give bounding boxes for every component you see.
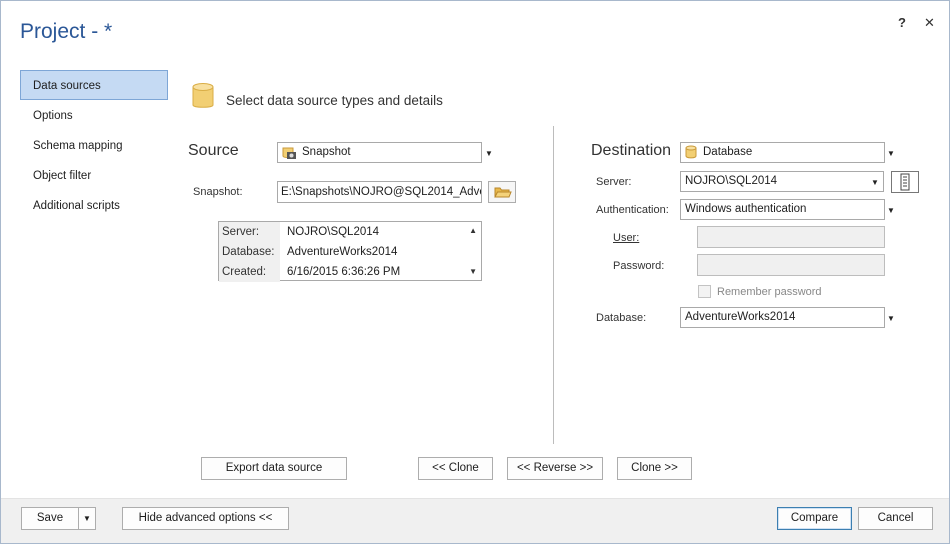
chevron-down-icon[interactable]: ▼ (887, 206, 895, 215)
snapshot-label: Snapshot: (193, 186, 243, 198)
destination-heading: Destination (591, 142, 672, 159)
sidebar-nav: Data sources Options Schema mapping Obje… (20, 70, 168, 220)
info-row-database: Database: AdventureWorks2014 (219, 242, 469, 262)
info-created-value: 6/16/2015 6:36:26 PM (287, 266, 401, 278)
clone-right-button[interactable]: Clone >> (617, 457, 692, 480)
compare-button[interactable]: Compare (777, 507, 852, 530)
chevron-down-icon[interactable]: ▼ (887, 149, 895, 158)
sidebar-item-schema-mapping[interactable]: Schema mapping (20, 130, 168, 160)
chevron-down-icon[interactable]: ▼ (871, 178, 879, 187)
server-value: NOJRO\SQL2014 (685, 175, 778, 187)
authentication-select[interactable]: Windows authentication (680, 199, 885, 220)
scroll-up-icon[interactable]: ▲ (469, 226, 477, 235)
browse-servers-button[interactable] (891, 171, 919, 193)
folder-icon (494, 187, 512, 198)
info-row-created: Created: 6/16/2015 6:36:26 PM (219, 262, 469, 282)
server-select[interactable]: NOJRO\SQL2014 (680, 171, 884, 192)
sidebar-item-additional-scripts[interactable]: Additional scripts (20, 190, 168, 220)
scroll-down-icon[interactable]: ▼ (469, 267, 477, 276)
info-server-value: NOJRO\SQL2014 (287, 226, 380, 238)
save-dropdown-icon[interactable]: ▼ (78, 507, 96, 530)
server-label: Server: (596, 176, 632, 188)
database-icon (192, 83, 214, 108)
footer-bar: Save ▼ Hide advanced options << Compare … (1, 498, 949, 543)
info-created-key: Created: (219, 262, 280, 282)
reverse-button[interactable]: << Reverse >> (507, 457, 603, 480)
close-icon[interactable]: ✕ (924, 15, 935, 31)
help-icon[interactable]: ? (898, 15, 906, 30)
info-database-key: Database: (219, 242, 280, 262)
info-database-value: AdventureWorks2014 (287, 246, 398, 258)
export-data-source-button[interactable]: Export data source (201, 457, 347, 480)
user-field[interactable] (697, 226, 885, 248)
sidebar-item-object-filter[interactable]: Object filter (20, 160, 168, 190)
snapshot-icon (282, 147, 296, 159)
source-type-value: Snapshot (302, 146, 351, 158)
database-select[interactable]: AdventureWorks2014 (680, 307, 885, 328)
database-icon (685, 145, 697, 159)
remember-password-checkbox[interactable] (698, 285, 711, 298)
dialog-title: Project - * (20, 20, 113, 43)
authentication-value: Windows authentication (685, 203, 807, 215)
remember-password-label: Remember password (717, 286, 822, 298)
chevron-down-icon[interactable]: ▼ (887, 314, 895, 323)
sidebar-item-data-sources[interactable]: Data sources (20, 70, 168, 100)
hide-advanced-options-button[interactable]: Hide advanced options << (122, 507, 289, 530)
cancel-button[interactable]: Cancel (858, 507, 933, 530)
user-label: User: (613, 232, 640, 244)
info-server-key: Server: (219, 222, 280, 242)
sidebar-item-options[interactable]: Options (20, 100, 168, 130)
panel-divider (553, 126, 554, 444)
password-label: Password: (613, 260, 665, 272)
section-title: Select data source types and details (226, 93, 443, 108)
snapshot-info-box[interactable]: Server: NOJRO\SQL2014 Database: Adventur… (218, 221, 482, 282)
password-field[interactable] (697, 254, 885, 276)
info-row-server: Server: NOJRO\SQL2014 (219, 222, 469, 242)
destination-type-select[interactable]: Database (680, 142, 885, 163)
project-dialog: Project - * ? ✕ Data sources Options Sch… (0, 0, 950, 544)
save-button[interactable]: Save (21, 507, 79, 530)
database-label: Database: (596, 312, 647, 324)
source-heading: Source (188, 142, 239, 159)
browse-folder-button[interactable] (488, 181, 516, 203)
clone-left-button[interactable]: << Clone (418, 457, 493, 480)
destination-type-value: Database (703, 146, 753, 158)
database-value: AdventureWorks2014 (685, 311, 796, 323)
server-icon (900, 173, 910, 191)
source-type-select[interactable]: Snapshot (277, 142, 482, 163)
authentication-label: Authentication: (596, 204, 669, 216)
chevron-down-icon[interactable]: ▼ (485, 149, 493, 158)
snapshot-path-field[interactable]: E:\Snapshots\NOJRO@SQL2014_Adven (277, 181, 482, 203)
